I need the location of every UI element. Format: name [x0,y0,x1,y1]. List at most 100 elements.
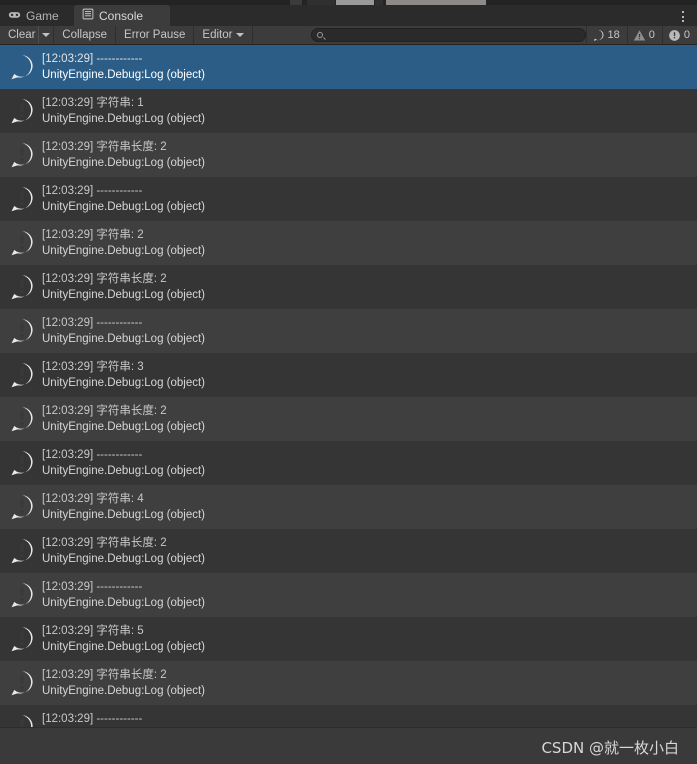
log-entry-row[interactable]: [12:03:29] 字符串: 2 UnityEngine.Debug:Log (… [0,221,697,265]
log-entry-text: [12:03:29] 字符串长度: 2 UnityEngine.Debug:Log… [42,139,205,171]
log-entry-message: [12:03:29] 字符串长度: 2 [42,405,167,417]
log-entry-text: [12:03:29] ------------ UnityEngine.Debug… [42,315,205,347]
log-entry-row[interactable]: [12:03:29] 字符串: 3 UnityEngine.Debug:Log (… [0,353,697,397]
log-entry-message: [12:03:29] ------------ [42,317,143,329]
log-entry-text: [12:03:29] 字符串: 5 UnityEngine.Debug:Log (… [42,623,205,655]
log-icon [8,669,36,697]
log-entry-stacktrace: UnityEngine.Debug:Log (object) [42,201,206,213]
search-field[interactable] [311,28,586,42]
log-entry-message: [12:03:29] 字符串: 4 [42,493,144,505]
log-icon [8,273,36,301]
log-entry-stacktrace: UnityEngine.Debug:Log (object) [42,69,206,81]
editor-dropdown[interactable]: Editor [194,26,254,44]
log-icon [592,29,605,42]
console-lines-icon [82,8,94,23]
log-entry-text: [12:03:29] 字符串长度: 2 UnityEngine.Debug:Log… [42,667,205,699]
log-entry-message: [12:03:29] 字符串: 3 [42,361,144,373]
kebab-menu-icon[interactable] [676,9,690,24]
log-icon [8,581,36,609]
error-pause-toggle[interactable]: Error Pause [116,26,195,44]
error-count-badge[interactable]: 0 [661,26,697,44]
log-entry-row[interactable]: [12:03:29] ------------UnityEngine.Debug… [0,441,697,485]
search-icon [317,32,324,38]
log-entry-stacktrace: UnityEngine.Debug:Log (object) [42,245,206,257]
log-entry-message: [12:03:29] 字符串长度: 2 [42,669,167,681]
log-icon [8,317,36,345]
log-entry-message: [12:03:29] 字符串: 1 [42,97,144,109]
log-icon [8,97,36,125]
log-entry-row[interactable]: [12:03:29] 字符串长度: 2 UnityEngine.Debug:Log… [0,397,697,441]
log-entry-text: [12:03:29] 字符串长度: 2 UnityEngine.Debug:Log… [42,535,205,567]
log-entry-stacktrace: UnityEngine.Debug:Log (object) [42,289,206,301]
tab-console-label: Console [99,8,144,23]
unity-console-window: Game Console Clear Collapse Error Pause … [0,0,697,764]
log-entry-row[interactable]: [12:03:29] 字符串: 5 UnityEngine.Debug:Log (… [0,617,697,661]
search-input[interactable] [327,29,585,41]
log-entry-text: [12:03:29] ------------ UnityEngine.Debug… [42,183,205,215]
log-entry-row[interactable]: [12:03:29] 字符串长度: 2 UnityEngine.Debug:Log… [0,265,697,309]
log-entry-message: [12:03:29] ------------ [42,713,143,725]
log-icon [8,537,36,565]
log-entry-stacktrace: UnityEngine.Debug:Log (object) [42,421,206,433]
log-entry-row[interactable]: [12:03:29] 字符串长度: 2 UnityEngine.Debug:Log… [0,529,697,573]
log-entry-stacktrace: UnityEngine.Debug:Log (object) [42,157,206,169]
log-entry-text: [12:03:29] 字符串: 1 UnityEngine.Debug:Log (… [42,95,205,127]
watermark-text: CSDN @就一枚小白 [541,739,679,757]
log-entry-message: [12:03:29] ------------ [42,581,143,593]
log-icon [8,53,36,81]
log-entry-stacktrace: UnityEngine.Debug:Log (object) [42,597,206,609]
log-entry-stacktrace: UnityEngine.Debug:Log (object) [42,685,206,697]
log-entry-stacktrace: UnityEngine.Debug:Log (object) [42,641,206,653]
log-entry-text: [12:03:29] 字符串长度: 2 UnityEngine.Debug:Log… [42,271,205,303]
tab-bar: Game Console [0,5,697,26]
log-entry-row[interactable]: [12:03:29] ------------ UnityEngine.Debug… [0,573,697,617]
log-entry-message: [12:03:29] ------------ [42,53,143,65]
console-detail-pane[interactable]: CSDN @就一枚小白 [0,727,697,764]
log-entry-message: [12:03:29] 字符串: 5 [42,625,144,637]
log-entry-stacktrace: UnityEngine.Debug:Log (object) [42,333,206,345]
log-count-badge[interactable]: 18 [585,26,627,44]
tab-game[interactable]: Game [0,5,74,26]
console-log-list[interactable]: [12:03:29] ------------ UnityEngine.Debug… [0,45,697,727]
warning-icon [633,29,646,42]
tab-game-label: Game [26,8,59,23]
log-entry-row[interactable]: [12:03:29] ------------UnityEngine.Debug… [0,705,697,727]
log-entry-message: [12:03:29] ------------ [42,185,143,197]
log-entry-row[interactable]: [12:03:29] ------------ UnityEngine.Debug… [0,45,697,89]
gamepad-icon [8,8,21,24]
log-entry-row[interactable]: [12:03:29] 字符串: 1 UnityEngine.Debug:Log (… [0,89,697,133]
log-entry-message: [12:03:29] 字符串: 2 [42,229,144,241]
log-entry-message: [12:03:29] 字符串长度: 2 [42,141,167,153]
clear-button[interactable]: Clear [0,26,38,44]
error-pause-label: Error Pause [124,29,186,41]
log-icon [8,493,36,521]
log-entry-stacktrace: UnityEngine.Debug:Log (object) [42,553,206,565]
log-entry-row[interactable]: [12:03:29] ------------ UnityEngine.Debug… [0,309,697,353]
clear-dropdown-button[interactable] [38,26,55,44]
warning-count-value: 0 [648,29,655,41]
log-entry-text: [12:03:29] 字符串长度: 2 UnityEngine.Debug:Log… [42,403,205,435]
log-entry-row[interactable]: [12:03:29] 字符串长度: 2 UnityEngine.Debug:Log… [0,133,697,177]
log-icon [8,625,36,653]
log-entry-text: [12:03:29] 字符串: 4 UnityEngine.Debug:Log (… [42,491,205,523]
tab-console[interactable]: Console [74,5,170,26]
log-icon [8,229,36,257]
chevron-down-icon [42,33,51,37]
log-entry-stacktrace: UnityEngine.Debug:Log (object) [42,465,206,477]
log-entry-row[interactable]: [12:03:29] ------------ UnityEngine.Debug… [0,177,697,221]
log-icon [8,405,36,433]
log-entry-message: [12:03:29] 字符串长度: 2 [42,537,167,549]
log-icon [8,361,36,389]
editor-label: Editor [202,29,233,41]
log-entry-row[interactable]: [12:03:29] 字符串: 4 UnityEngine.Debug:Log (… [0,485,697,529]
log-entry-text: [12:03:29] 字符串: 2 UnityEngine.Debug:Log (… [42,227,205,259]
chevron-down-icon [236,33,245,37]
log-entry-text: [12:03:29] ------------ UnityEngine.Debug… [42,579,205,611]
warning-count-badge[interactable]: 0 [626,26,662,44]
log-icon [8,713,36,727]
log-entry-text: [12:03:29] 字符串: 3 UnityEngine.Debug:Log (… [42,359,205,391]
log-entry-row[interactable]: [12:03:29] 字符串长度: 2 UnityEngine.Debug:Log… [0,661,697,705]
log-entry-text: [12:03:29] ------------UnityEngine.Debug… [42,711,205,727]
collapse-toggle[interactable]: Collapse [54,26,117,44]
